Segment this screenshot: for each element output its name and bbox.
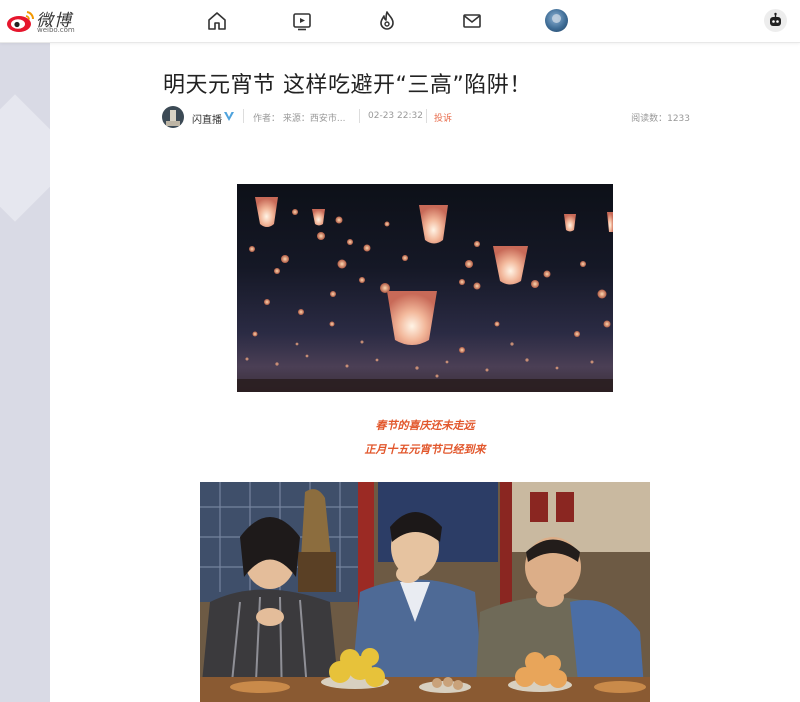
read-count: 阅读数：1233 — [631, 114, 690, 124]
article-title: 明天元宵节 这样吃避开“三高”陷阱！ — [163, 73, 532, 98]
weibo-eye-icon — [7, 11, 35, 32]
publish-time: 02-23 22:32 — [368, 111, 423, 121]
top-navigation-bar: 微博 weibo.com — [0, 0, 800, 43]
robot-icon[interactable] — [764, 9, 787, 32]
complain-link[interactable]: 投诉 — [434, 111, 452, 124]
logo-domain: weibo.com — [37, 26, 75, 34]
meta-divider — [359, 109, 360, 123]
lanterns-illustration — [237, 197, 613, 392]
caption-line-1: 春节的喜庆还未走远 — [375, 419, 475, 432]
home-icon[interactable] — [206, 10, 228, 32]
author-avatar[interactable] — [162, 106, 184, 128]
article-source: 作者： 来源：西安市... — [253, 114, 346, 124]
verified-badge-icon — [223, 110, 235, 125]
mail-icon[interactable] — [461, 10, 483, 32]
article-meta: 闪直播 作者： 来源：西安市... 02-23 22:32 投诉 阅读数：123… — [162, 106, 690, 130]
drama-scene-illustration — [200, 482, 650, 702]
meta-divider — [426, 109, 427, 123]
sky-lanterns-image — [237, 184, 613, 392]
meta-divider — [243, 109, 244, 123]
user-avatar[interactable] — [545, 9, 568, 32]
drama-scene-image — [200, 482, 650, 702]
article-container: 明天元宵节 这样吃避开“三高”陷阱！ 闪直播 作者： 来源：西安市... 02-… — [50, 43, 800, 702]
video-icon[interactable] — [291, 10, 313, 32]
left-sidebar-background — [0, 43, 50, 702]
author-name[interactable]: 闪直播 — [192, 111, 222, 126]
caption-line-2: 正月十五元宵节已经到来 — [364, 443, 486, 456]
hot-flame-icon[interactable] — [376, 10, 398, 32]
weibo-logo[interactable]: 微博 weibo.com — [6, 5, 76, 37]
